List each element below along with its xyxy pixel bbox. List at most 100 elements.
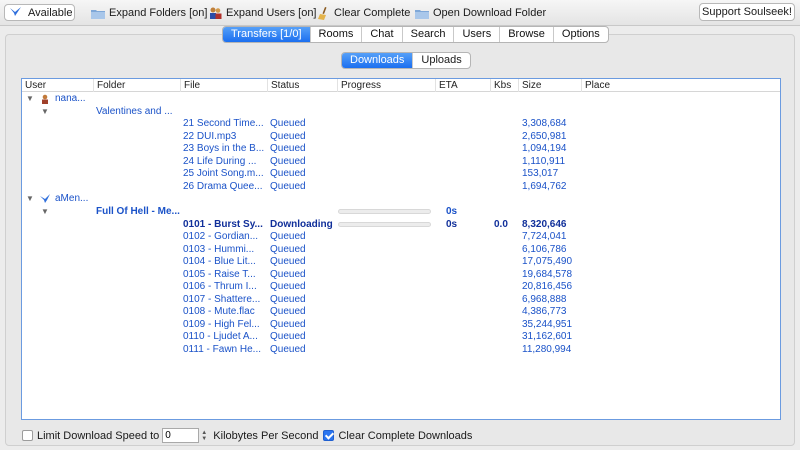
user-row[interactable]: ▼ nana...	[22, 93, 780, 106]
file-row[interactable]: 22 DUI.mp3 Queued 2,650,981	[22, 131, 780, 144]
file-row[interactable]: 23 Boys in the B... Queued 1,094,194	[22, 143, 780, 156]
file-row[interactable]: 26 Drama Quee... Queued 1,694,762	[22, 181, 780, 194]
status-button[interactable]: Available	[4, 4, 75, 21]
file-size: 3,308,684	[522, 118, 567, 130]
clear-complete-button[interactable]: Clear Complete	[318, 5, 410, 21]
column-header-user[interactable]: User	[22, 79, 94, 92]
column-header-status[interactable]: Status	[267, 79, 337, 92]
column-header-place[interactable]: Place	[581, 79, 781, 92]
file-progress-bar	[338, 221, 431, 227]
file-row[interactable]: 21 Second Time... Queued 3,308,684	[22, 118, 780, 131]
file-status: Queued	[270, 281, 306, 293]
file-status: Queued	[270, 118, 306, 130]
file-row[interactable]: 0109 - High Fel... Queued 35,244,951	[22, 319, 780, 332]
subtab-downloads[interactable]: Downloads	[342, 53, 414, 68]
file-name: 0109 - High Fel...	[183, 318, 260, 330]
disclosure-triangle-icon[interactable]: ▼	[26, 193, 34, 205]
expand-folders-label: Expand Folders [on]	[109, 7, 208, 19]
limit-speed-label: Limit Download Speed to	[37, 429, 160, 442]
tab-users[interactable]: Users	[454, 27, 501, 42]
user-name: nana...	[55, 93, 86, 104]
column-header-eta[interactable]: ETA	[435, 79, 490, 92]
file-status: Queued	[270, 268, 306, 280]
disclosure-triangle-icon[interactable]: ▼	[26, 93, 34, 105]
file-status: Queued	[270, 344, 306, 355]
file-row[interactable]: 25 Joint Song.m... Queued 153,017	[22, 168, 780, 181]
file-row[interactable]: 0110 - Ljudet A... Queued 31,162,601	[22, 331, 780, 344]
bottom-bar: Limit Download Speed to ▲ ▼ Kilobytes Pe…	[22, 428, 472, 443]
file-row[interactable]: 0108 - Mute.flac Queued 4,386,773	[22, 306, 780, 319]
file-name: 0111 - Fawn He...	[183, 344, 261, 355]
users-icon	[209, 7, 222, 19]
tab-search[interactable]: Search	[403, 27, 455, 42]
file-row[interactable]: 0101 - Burst Sy... Downloading 0s 0.0 8,320,…	[22, 219, 780, 232]
file-status: Queued	[270, 130, 306, 142]
column-header-size[interactable]: Size	[518, 79, 581, 92]
file-status: Queued	[270, 318, 306, 330]
file-row[interactable]: 0106 - Thrum I... Queued 20,816,456	[22, 281, 780, 294]
file-name: 22 DUI.mp3	[183, 130, 237, 142]
file-name: 0102 - Gordian...	[183, 231, 259, 243]
speed-stepper[interactable]: ▲ ▼	[201, 428, 208, 443]
column-header-kbs[interactable]: Kbs	[490, 79, 518, 92]
file-size: 11,280,994	[522, 344, 572, 355]
file-size: 7,724,041	[522, 231, 567, 243]
clear-complete-downloads-checkbox[interactable]	[323, 430, 335, 441]
tab-browse[interactable]: Browse	[500, 27, 554, 42]
open-download-folder-label: Open Download Folder	[433, 7, 547, 19]
column-header-file[interactable]: File	[180, 79, 268, 92]
file-status: Queued	[270, 168, 306, 180]
file-row[interactable]: 0105 - Raise T... Queued 19,684,578	[22, 269, 780, 282]
file-row[interactable]: 0111 - Fawn He... Queued 11,280,994	[22, 344, 780, 357]
disclosure-triangle-icon[interactable]: ▼	[41, 206, 49, 218]
transfer-subtabbar: Downloads Uploads	[341, 52, 471, 69]
expand-folders-button[interactable]: Expand Folders [on]	[91, 5, 207, 21]
file-status: Queued	[270, 256, 306, 268]
stepper-down-icon[interactable]: ▼	[201, 436, 208, 442]
file-status: Queued	[270, 243, 306, 255]
user-row[interactable]: ▼ aMen...	[22, 193, 780, 206]
support-button[interactable]: Support Soulseek!	[699, 3, 795, 21]
folder-icon	[91, 8, 105, 19]
file-size: 1,094,194	[522, 143, 567, 155]
file-size: 1,110,911	[522, 155, 566, 167]
limit-speed-checkbox[interactable]	[22, 430, 33, 441]
file-name: 26 Drama Quee...	[183, 180, 263, 192]
file-name: 0101 - Burst Sy...	[183, 218, 263, 230]
expand-users-button[interactable]: Expand Users [on]	[209, 5, 317, 21]
clear-complete-label: Clear Complete	[334, 7, 411, 19]
list-header: User Folder File Status Progress ETA Kbs…	[22, 79, 780, 92]
file-row[interactable]: 0107 - Shattere... Queued 6,968,888	[22, 294, 780, 307]
transfers-list[interactable]: User Folder File Status Progress ETA Kbs…	[21, 78, 781, 420]
file-status: Queued	[270, 155, 306, 167]
file-size: 17,075,490	[522, 256, 573, 268]
file-row[interactable]: 24 Life During ... Queued 1,110,911	[22, 156, 780, 169]
file-row[interactable]: 0102 - Gordian... Queued 7,724,041	[22, 231, 780, 244]
column-header-folder[interactable]: Folder	[93, 79, 181, 92]
folder-row[interactable]: ▼ Valentines and ...	[22, 106, 780, 119]
file-name: 24 Life During ...	[183, 155, 257, 167]
subtab-uploads[interactable]: Uploads	[413, 53, 469, 68]
file-status: Queued	[270, 231, 306, 243]
column-header-progress[interactable]: Progress	[337, 79, 435, 92]
file-row[interactable]: 0103 - Hummi... Queued 6,106,786	[22, 244, 780, 257]
file-name: 0104 - Blue Lit...	[183, 256, 256, 268]
file-name: 25 Joint Song.m...	[183, 168, 264, 180]
folder-row[interactable]: ▼ Full Of Hell - Me... 0s	[22, 206, 780, 219]
folder-name: Valentines and ...	[96, 105, 173, 117]
tab-chat[interactable]: Chat	[362, 27, 403, 42]
disclosure-triangle-icon[interactable]: ▼	[41, 106, 49, 118]
file-name: 0105 - Raise T...	[183, 268, 256, 280]
file-name: 0103 - Hummi...	[183, 243, 255, 255]
main-tabbar: Transfers [1/0] Rooms Chat Search Users …	[222, 26, 609, 43]
tab-options[interactable]: Options	[554, 27, 608, 42]
broom-icon	[318, 6, 330, 20]
expand-users-label: Expand Users [on]	[226, 7, 317, 19]
status-label: Available	[28, 6, 73, 19]
file-row[interactable]: 0104 - Blue Lit... Queued 17,075,490	[22, 256, 780, 269]
speed-limit-input[interactable]	[162, 428, 200, 443]
clear-complete-downloads-label: Clear Complete Downloads	[338, 429, 473, 442]
tab-rooms[interactable]: Rooms	[311, 27, 363, 42]
open-download-folder-button[interactable]: Open Download Folder	[415, 5, 546, 21]
tab-transfers[interactable]: Transfers [1/0]	[223, 27, 311, 42]
